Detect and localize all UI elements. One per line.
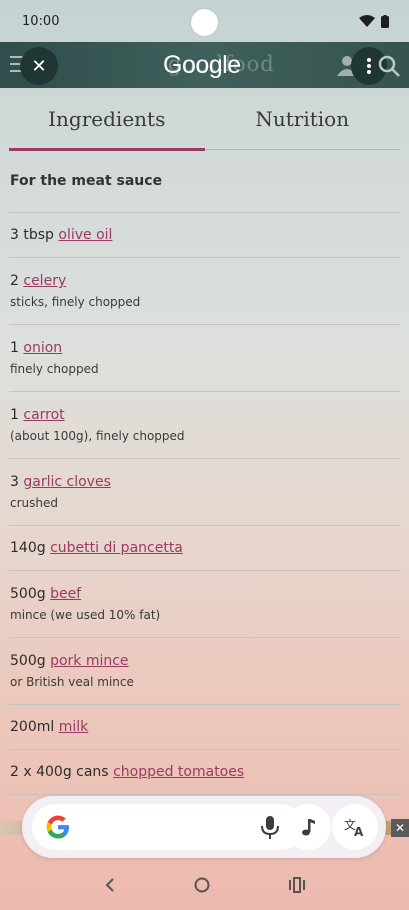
tab-ingredients-label: Ingredients — [48, 106, 166, 131]
ingredient-link[interactable]: garlic cloves — [23, 474, 111, 490]
google-g-icon — [46, 815, 69, 839]
ingredient-qty: 200ml — [10, 719, 55, 735]
search-icon[interactable] — [377, 54, 401, 78]
ingredient-row: 140g cubetti di pancetta — [9, 526, 400, 571]
ingredient-row: 1 onion finely chopped — [9, 325, 400, 392]
recents-icon[interactable] — [288, 877, 306, 893]
ingredient-note: (about 100g), finely chopped — [10, 429, 185, 443]
ingredient-link[interactable]: olive oil — [58, 227, 112, 243]
ingredient-row: 500g beef mince (we used 10% fat) — [9, 571, 400, 638]
more-vert-icon — [367, 58, 371, 74]
camera-cutout — [191, 9, 218, 36]
ingredient-row: 3 tbsp olive oil — [9, 213, 400, 258]
ingredient-link[interactable]: chopped tomatoes — [113, 764, 244, 780]
close-button[interactable]: ✕ — [20, 47, 58, 85]
google-logo: Google — [163, 51, 241, 79]
mic-icon[interactable] — [257, 814, 283, 840]
ingredient-link[interactable]: celery — [23, 273, 66, 289]
ingredient-qty: 2 x 400g cans — [10, 764, 109, 780]
status-icons — [359, 14, 389, 28]
ingredient-row: 1 carrot (about 100g), finely chopped — [9, 392, 400, 459]
system-nav-bar — [0, 860, 409, 910]
translate-icon: 文 A — [344, 817, 364, 837]
back-icon[interactable] — [103, 877, 117, 893]
status-time: 10:00 — [22, 13, 60, 29]
ingredient-row: 3 garlic cloves crushed — [9, 459, 400, 526]
ingredient-qty: 3 tbsp — [10, 227, 54, 243]
svg-text:A: A — [354, 825, 364, 837]
ingredient-note: crushed — [10, 496, 58, 510]
ingredient-qty: 2 — [10, 273, 19, 289]
ingredient-note: mince (we used 10% fat) — [10, 608, 161, 622]
ad-close-icon[interactable]: ✕ — [391, 819, 409, 837]
ingredient-link[interactable]: pork mince — [50, 653, 128, 669]
ingredient-qty: 1 — [10, 340, 19, 356]
tab-nutrition[interactable]: Nutrition — [205, 88, 401, 149]
section-header: For the meat sauce — [9, 150, 400, 213]
ingredient-row: 200ml milk — [9, 705, 400, 750]
translate-button[interactable]: 文 A — [332, 804, 378, 850]
ingredient-link[interactable]: onion — [23, 340, 62, 356]
battery-icon — [381, 14, 389, 28]
ingredient-qty: 500g — [10, 653, 46, 669]
ingredient-row: 2 celery sticks, finely chopped — [9, 258, 400, 325]
ingredients-list: For the meat sauce 3 tbsp olive oil 2 ce… — [9, 150, 400, 795]
wifi-icon — [359, 15, 375, 27]
close-icon: ✕ — [31, 55, 47, 77]
tab-nutrition-label: Nutrition — [255, 106, 350, 131]
ingredient-note: finely chopped — [10, 362, 99, 376]
ingredient-link[interactable]: beef — [50, 586, 81, 602]
music-search-button[interactable] — [285, 804, 331, 850]
ingredient-qty: 140g — [10, 540, 46, 556]
ingredient-note: sticks, finely chopped — [10, 295, 141, 309]
search-field[interactable] — [32, 804, 304, 850]
ingredient-qty: 3 — [10, 474, 19, 490]
ingredient-link[interactable]: milk — [59, 719, 89, 735]
section-title: For the meat sauce — [10, 173, 163, 189]
ingredient-link[interactable]: cubetti di pancetta — [50, 540, 183, 556]
top-app-bar: ✕ goodfood Google — [0, 42, 409, 88]
google-search-widget: 文 A — [22, 796, 386, 858]
ingredient-row: 500g pork mince or British veal mince — [9, 638, 400, 705]
home-icon[interactable] — [193, 876, 211, 894]
ingredient-row: 2 x 400g cans chopped tomatoes — [9, 750, 400, 795]
ingredient-link[interactable]: carrot — [23, 407, 64, 423]
ingredient-note: or British veal mince — [10, 675, 134, 689]
recipe-tabs: Ingredients Nutrition — [9, 88, 401, 151]
tab-ingredients[interactable]: Ingredients — [9, 88, 205, 151]
music-note-icon — [302, 819, 315, 836]
ingredient-qty: 500g — [10, 586, 46, 602]
ingredient-qty: 1 — [10, 407, 19, 423]
